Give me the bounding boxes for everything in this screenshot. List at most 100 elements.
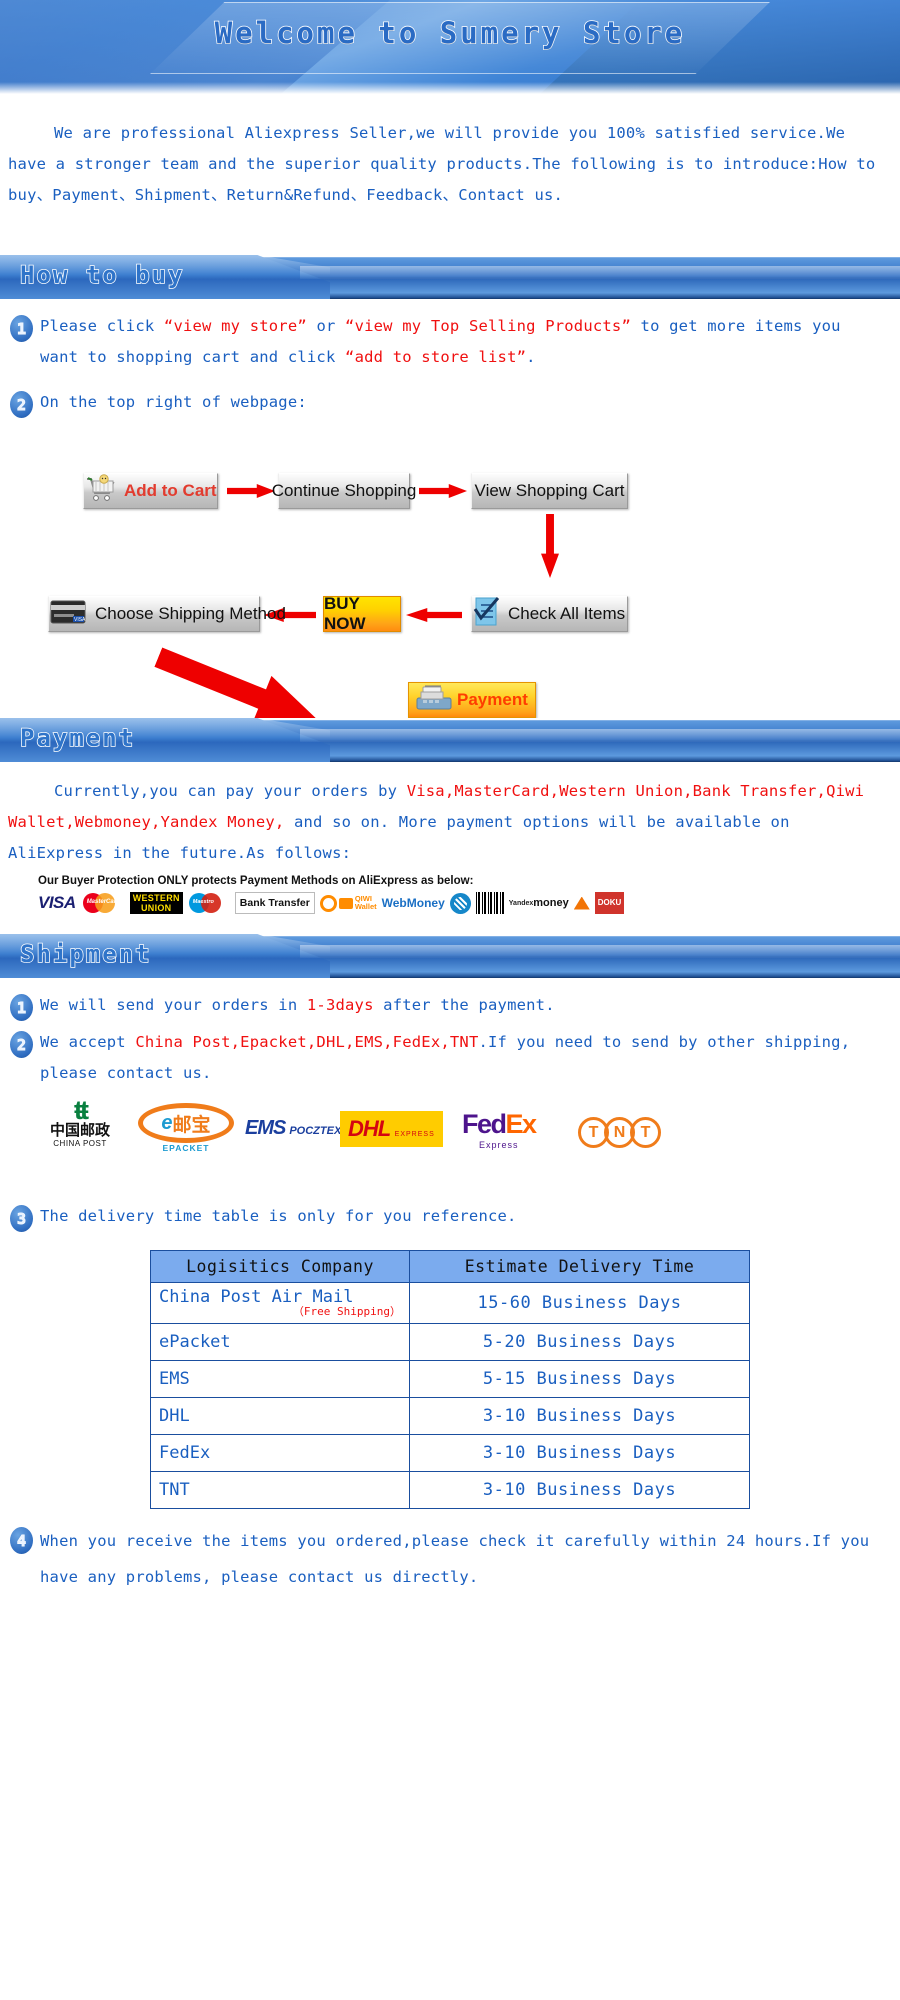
ship2-red: China Post,Epacket,DHL,EMS,FedEx,TNT	[135, 1033, 479, 1051]
fedex-wordmark: FedEx	[462, 1109, 538, 1140]
globe-logo	[449, 892, 471, 914]
qiwi-wallet-logo: QIWI Wallet	[319, 892, 377, 914]
check-all-items-label: Check All Items	[508, 604, 626, 623]
ship1-blue-1: We will send your orders in	[40, 996, 307, 1014]
purchase-flowchart: Add to Cart Continue Shopping View Shopp…	[0, 418, 900, 718]
ship1-blue-2: after the payment.	[373, 996, 555, 1014]
table-row: China Post Air Mail （Free Shipping） 15-6…	[150, 1282, 750, 1324]
arrow-left-icon	[406, 608, 462, 622]
shipment-step-3: 3 The delivery time table is only for yo…	[0, 1201, 900, 1232]
dhl-sub: EXPRESS	[394, 1131, 435, 1138]
step-number-badge: 3	[10, 1205, 33, 1232]
cell-company: ePacket	[150, 1323, 410, 1361]
cell-company: China Post Air Mail （Free Shipping）	[150, 1282, 410, 1324]
section-title-payment: Payment	[19, 723, 136, 753]
check-all-items-button[interactable]: Check All Items	[471, 596, 628, 632]
cell-time: 3-10 Business Days	[409, 1471, 750, 1509]
wu-line-1: WESTERN	[132, 893, 180, 903]
view-shopping-cart-button[interactable]: View Shopping Cart	[471, 473, 628, 509]
cell-time: 5-20 Business Days	[409, 1323, 750, 1361]
payment-blue-1: you can pay your orders by	[149, 782, 407, 800]
doku-line-2: KU	[609, 898, 622, 907]
table-row: FedEx 3-10 Business Days	[150, 1434, 750, 1472]
cell-time: 5-15 Business Days	[409, 1360, 750, 1398]
column-header-time: Estimate Delivery Time	[409, 1250, 750, 1283]
visa-logo: VISA	[38, 893, 76, 912]
china-post-cn: 中国邮政	[50, 1122, 111, 1139]
continue-shopping-label: Continue Shopping	[271, 481, 417, 500]
column-header-company: Logisitics Company	[150, 1250, 410, 1283]
step-number-badge: 2	[10, 1031, 33, 1058]
continue-shopping-button[interactable]: Continue Shopping	[272, 473, 416, 509]
dhl-main: DHL	[348, 1116, 391, 1141]
cash-register-icon	[413, 683, 457, 718]
step1-part2: or	[306, 317, 346, 335]
cell-time: 3-10 Business Days	[409, 1434, 750, 1472]
intro-paragraph: We are professional Aliexpress Seller,we…	[8, 124, 876, 204]
section-header-payment: Payment	[0, 718, 900, 762]
step1-quote1: “view my store”	[163, 317, 307, 335]
table-row: ePacket 5-20 Business Days	[150, 1323, 750, 1361]
choose-shipping-method-button[interactable]: VISA Choose Shipping Method	[48, 596, 286, 632]
mastercard-logo: MasterCard	[81, 892, 125, 914]
cell-company: TNT	[150, 1471, 410, 1509]
arrow-right-icon	[419, 484, 467, 498]
boleto-logo	[475, 892, 504, 914]
step1-quote3: “add to store list”	[345, 348, 527, 366]
webmoney-logo: WebMoney	[381, 896, 445, 910]
banner-fade	[0, 82, 900, 94]
how-to-buy-step-2: 2 On the top right of webpage:	[0, 387, 900, 418]
tnt-letter-t2: T	[630, 1117, 661, 1148]
step1-part1: Please click	[40, 317, 164, 335]
payment-paragraph: Currently,you can pay your orders by Vis…	[8, 776, 886, 869]
arrow-down-icon	[541, 514, 559, 578]
buy-now-label: BUY NOW	[324, 594, 366, 633]
yandex-money-logo: Yandex money	[509, 892, 569, 914]
how-to-buy-step-1: 1 Please click “view my store” or “view …	[0, 311, 900, 373]
choose-shipping-method-label: Choose Shipping Method	[95, 604, 286, 623]
shipment-step-2: 2 We accept China Post,Epacket,DHL,EMS,F…	[0, 1027, 900, 1089]
cell-time: 3-10 Business Days	[409, 1397, 750, 1435]
shopping-cart-icon	[84, 473, 118, 509]
intro-block: We are professional Aliexpress Seller,we…	[0, 94, 900, 211]
section-bar-gloss	[300, 945, 900, 958]
china-post-mark: ŧŧ	[74, 1095, 89, 1125]
cell-company: EMS	[150, 1360, 410, 1398]
view-shopping-cart-label: View Shopping Cart	[474, 481, 625, 500]
qiwi-line-2: Wallet	[354, 902, 377, 911]
step-number-badge: 1	[10, 994, 33, 1021]
store-description-page: Welcome to Sumery Store We are professio…	[0, 0, 900, 2000]
table-row: TNT 3-10 Business Days	[150, 1471, 750, 1509]
section-bar-gloss	[300, 266, 900, 279]
cell-time: 15-60 Business Days	[409, 1282, 750, 1324]
checklist-icon	[472, 596, 502, 633]
credit-card-icon: VISA	[49, 597, 89, 632]
payment-body: Currently,you can pay your orders by Vis…	[0, 762, 900, 869]
fedex-sub: Express	[479, 1140, 519, 1150]
payment-button[interactable]: Payment	[408, 682, 536, 718]
delivery-table-wrap: Logisitics Company Estimate Delivery Tim…	[0, 1250, 900, 1509]
table-row: EMS 5-15 Business Days	[150, 1360, 750, 1398]
welcome-banner: Welcome to Sumery Store	[0, 0, 900, 94]
step-number-badge: 4	[10, 1527, 33, 1554]
shipment-step-4-text: When you receive the items you ordered,p…	[40, 1532, 870, 1586]
add-to-cart-label: Add to Cart	[124, 481, 217, 500]
payment-logo-row: VISA MasterCard WESTERN UNION Maestro Ban…	[38, 890, 900, 916]
fedex-ex: Ex	[505, 1109, 538, 1139]
table-row: DHL 3-10 Business Days	[150, 1397, 750, 1435]
section-header-shipment: Shipment	[0, 934, 900, 978]
add-to-cart-button[interactable]: Add to Cart	[83, 473, 218, 509]
shipment-step-1-text: We will send your orders in 1-3days afte…	[40, 990, 888, 1021]
doku-logo: DO KU	[594, 892, 625, 914]
step-2-text: On the top right of webpage:	[40, 393, 307, 411]
fedex-fed: Fed	[462, 1109, 507, 1139]
cell-company: DHL	[150, 1397, 410, 1435]
section-title-how-to-buy: How to buy	[19, 260, 185, 290]
tnt-logo: T N T	[578, 1117, 661, 1148]
dhl-logo: DHL EXPRESS	[340, 1111, 443, 1147]
ship1-red: 1-3days	[306, 996, 374, 1014]
buy-now-button[interactable]: BUY NOW	[323, 594, 401, 633]
doku-line-1: DO	[597, 898, 610, 907]
section-header-how-to-buy: How to buy	[0, 255, 900, 299]
fedex-logo: FedEx Express	[462, 1109, 538, 1150]
